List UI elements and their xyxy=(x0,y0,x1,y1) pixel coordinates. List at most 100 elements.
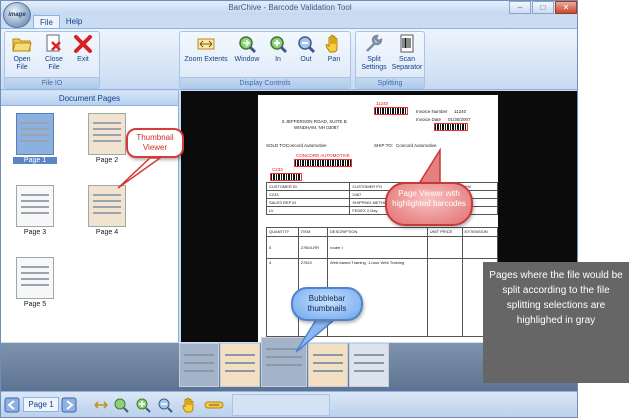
group-label-splitting: Splitting xyxy=(356,77,424,88)
barcode-top-text: 11240 xyxy=(376,101,389,106)
ship-to: Concord Automotive xyxy=(396,143,437,148)
page-thumbnail[interactable]: Page 3 xyxy=(13,185,57,236)
zoom-out-button[interactable]: Out xyxy=(294,34,318,64)
group-label-display-controls: Display Controls xyxy=(180,77,350,88)
bubblebar-thumbnail[interactable] xyxy=(349,343,389,387)
group-splitting: Split Settings Scan Separator Splitting xyxy=(355,31,425,89)
scan-separator-button[interactable]: Scan Separator xyxy=(390,34,424,72)
page-thumbnail[interactable]: Page 4 xyxy=(85,185,129,236)
items-header: QUANTITY xyxy=(266,227,299,237)
exit-x-icon xyxy=(74,35,92,53)
page-thumbnail-image xyxy=(16,257,54,299)
wrench-icon xyxy=(366,34,383,52)
status-area xyxy=(232,394,330,416)
document-pages-header: Document Pages xyxy=(1,91,178,106)
invoice-date-label: Invoice Date xyxy=(416,117,442,122)
scan-separator-icon xyxy=(400,34,414,53)
barcode-id-text: C233 xyxy=(272,167,283,172)
page-thumbnail-image xyxy=(16,185,54,227)
invoice-number-label: Invoice Number xyxy=(416,109,448,114)
maximize-button[interactable]: □ xyxy=(532,1,554,14)
open-file-button[interactable]: Open File xyxy=(7,34,37,72)
bubblebar-thumbnail[interactable] xyxy=(261,337,307,387)
table-cell: LV xyxy=(265,206,351,215)
highlighted-barcode xyxy=(270,173,302,181)
group-display-controls: Zoom Extents Window In Out Pan Display C… xyxy=(179,31,351,89)
invoice-number: 11240 xyxy=(454,109,467,114)
tab-help[interactable]: Help xyxy=(60,15,88,28)
hand-pan-icon[interactable] xyxy=(181,397,197,413)
current-page-indicator[interactable]: Page 1 xyxy=(23,397,59,412)
window-controls: – □ ✕ xyxy=(508,1,577,14)
items-header: UNIT PRICE xyxy=(426,227,463,237)
close-window-button[interactable]: ✕ xyxy=(555,1,577,14)
bubblebar-thumbnail[interactable] xyxy=(220,343,260,387)
close-file-button[interactable]: Close File xyxy=(41,34,67,72)
page-thumbnail-image xyxy=(88,113,126,155)
tab-file[interactable]: File xyxy=(33,15,60,28)
item-cell xyxy=(461,235,498,260)
page-thumbnail-label: Page 3 xyxy=(23,229,47,236)
menu-tabs: File Help xyxy=(33,15,88,29)
zoom-in-icon[interactable] xyxy=(135,397,151,413)
zoom-out-icon xyxy=(298,36,316,54)
item-cell: router I xyxy=(327,235,428,260)
next-page-icon[interactable] xyxy=(61,397,77,413)
zoom-window-button[interactable]: Window xyxy=(232,34,262,64)
group-file-io: Open File Close File Exit File IO xyxy=(4,31,100,89)
open-file-label: Open File xyxy=(13,56,31,71)
items-header: DESCRIPTION xyxy=(327,227,428,237)
item-cell: 5 xyxy=(266,235,299,260)
page-thumbnail[interactable]: Page 2 xyxy=(85,113,129,164)
ship-to-label: SHIP TO: xyxy=(374,143,394,148)
scan-separator-label: Scan Separator xyxy=(391,56,423,71)
split-pages-note: Pages where the file would be split acco… xyxy=(483,262,629,383)
close-file-label: Close File xyxy=(45,56,63,71)
group-label-file-io: File IO xyxy=(5,77,99,88)
items-header: EXTENSION xyxy=(461,227,498,237)
items-header: ITEM xyxy=(297,227,329,237)
previous-page-icon[interactable] xyxy=(4,397,20,413)
split-settings-label: Split Settings xyxy=(361,56,387,71)
window-title: BarChive - Barcode Validation Tool xyxy=(228,3,352,12)
items-table: QUANTITY ITEM DESCRIPTION UNIT PRICE EXT… xyxy=(266,227,498,337)
highlighted-barcode xyxy=(294,159,352,167)
exit-button[interactable]: Exit xyxy=(71,34,95,64)
split-settings-button[interactable]: Split Settings xyxy=(358,34,390,72)
zoom-extents-button[interactable]: Zoom Extents xyxy=(182,34,230,64)
address-line2: WINDHAM, NH 03087 xyxy=(294,125,339,130)
zoom-in-icon xyxy=(270,36,288,54)
item-cell: 27804-RR xyxy=(297,235,329,260)
zoom-window-icon[interactable] xyxy=(113,397,129,413)
zoom-out-icon[interactable] xyxy=(157,397,173,413)
zoom-in-label: In xyxy=(275,56,281,63)
thumbnail-viewer-callout: Thumbnail Viewer xyxy=(126,128,184,158)
exit-label: Exit xyxy=(77,56,89,63)
page-thumbnail-label: Page 4 xyxy=(95,229,119,236)
zoom-window-icon xyxy=(239,36,257,54)
highlighted-barcode xyxy=(374,107,408,115)
minimize-button[interactable]: – xyxy=(509,1,531,14)
zoom-in-button[interactable]: In xyxy=(266,34,290,64)
pan-button[interactable]: Pan xyxy=(322,34,346,64)
page-thumbnail[interactable]: Page 5 xyxy=(13,257,57,308)
page-thumbnail-label: Page 1 xyxy=(13,157,57,164)
page-thumbnail-image xyxy=(16,113,54,155)
table-cell: C233 xyxy=(265,190,351,199)
barcode-link-icon[interactable] xyxy=(204,397,224,413)
close-file-icon xyxy=(46,34,61,52)
highlighted-barcode xyxy=(434,123,468,131)
page-thumbnail-image xyxy=(88,185,126,227)
sold-to: Concord Automotive xyxy=(286,143,327,148)
app-menu-button[interactable]: image xyxy=(3,2,31,28)
app-logo-text: image xyxy=(8,12,26,18)
table-header: SALES REP ID xyxy=(265,198,351,207)
invoice-date: 01/30/2007 xyxy=(448,117,471,122)
bubblebar-thumbnail[interactable] xyxy=(179,343,219,387)
zoom-extents-icon[interactable] xyxy=(93,397,109,413)
navigation-bar: Page 1 xyxy=(1,391,577,417)
folder-open-icon xyxy=(12,38,32,52)
page-thumbnail[interactable]: Page 1 xyxy=(13,113,57,164)
item-cell xyxy=(426,258,463,337)
bubblebar-thumbnail[interactable] xyxy=(308,343,348,387)
